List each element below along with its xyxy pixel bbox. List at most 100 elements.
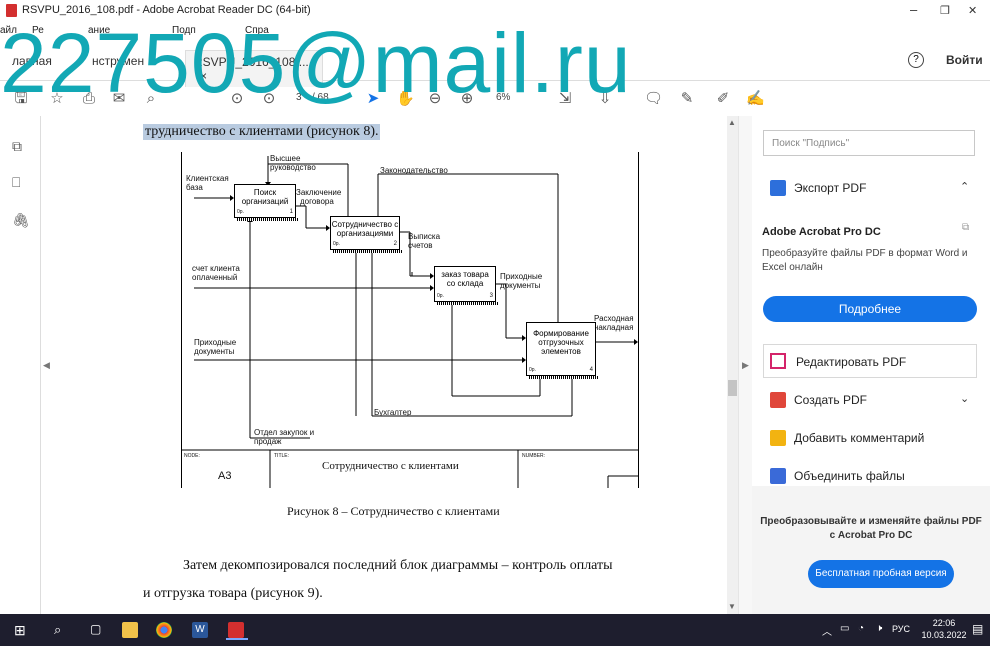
sign-icon[interactable]: ✍ [746, 90, 765, 108]
label-top-mgmt-1: Высшее [270, 154, 301, 163]
doc-paragraph-line-2: и отгрузка товара (рисунок 9). [143, 586, 323, 601]
combine-files-label: Объединить файлы [794, 469, 905, 483]
expand-right-arrow-icon[interactable]: ▶ [742, 360, 749, 371]
login-button[interactable]: Войти [946, 53, 983, 67]
label-legislation: Законодательство [380, 166, 448, 175]
file-explorer-icon[interactable] [122, 622, 138, 638]
label-incoming-docs-1: Приходные [194, 338, 237, 347]
label-invoice-1: Выписка [408, 232, 441, 241]
label-client-invoice-2: оплаченный [192, 273, 238, 282]
comment-tool-icon [770, 430, 786, 446]
battery-icon[interactable]: ▭ [840, 623, 849, 634]
block-4-line-2: отгрузочных [538, 338, 584, 347]
chevron-down-icon[interactable]: ⌄ [960, 392, 969, 405]
volume-icon[interactable]: 🕨 [876, 623, 882, 634]
maximize-button[interactable]: ❐ [940, 4, 950, 17]
promo-text-1: Преобразуйте файлы PDF в формат Word и [762, 248, 968, 259]
block-2-tag: 0р. [333, 241, 340, 247]
block-4-tag: 0р. [529, 367, 536, 373]
free-trial-button[interactable]: Бесплатная пробная версия [808, 560, 954, 588]
label-client-invoice-1: счет клиента [192, 264, 240, 273]
block-2-line-1: Сотрудничество с [331, 220, 399, 229]
comment-icon[interactable]: 🗨 [644, 90, 663, 108]
frame-title-label: TITLE: [274, 453, 290, 459]
block-search-organizations: Поиск организаций 0р. 1 [234, 184, 299, 221]
copy-icon[interactable]: ⧉ [962, 222, 969, 233]
label-top-mgmt-2: руководство [270, 163, 316, 172]
block-3-tag: 0р. [437, 293, 444, 299]
tray-chevron-icon[interactable]: ︿ [822, 623, 832, 638]
collapse-left-arrow-icon[interactable]: ◀ [43, 360, 50, 371]
right-panel-toggle[interactable]: ▶ [738, 116, 753, 614]
label-invoice-2: счетов [408, 241, 433, 250]
edit-pdf-icon [770, 353, 786, 369]
block-4-line-3: элементов [541, 347, 581, 356]
doc-top-line: трудничество с клиентами (рисунок 8). [143, 124, 381, 140]
block-4-line-1: Формирование [533, 329, 589, 338]
acrobat-taskbar-icon[interactable] [228, 622, 244, 638]
search-icon[interactable]: ⌕ [54, 622, 70, 638]
label-incoming-1: Приходные [500, 272, 543, 281]
doc-paragraph-line-1: Затем декомпозировался последний блок ди… [183, 558, 613, 573]
label-contract-2: договора [300, 197, 334, 206]
block-1-number: 1 [289, 209, 293, 215]
help-icon[interactable]: ? [908, 52, 924, 68]
figure-caption: Рисунок 8 – Сотрудничество с клиентами [287, 504, 500, 518]
task-view-icon[interactable]: ▢ [90, 622, 106, 638]
minimize-button[interactable]: – [910, 2, 917, 17]
chevron-up-icon[interactable]: ⌃ [960, 180, 969, 193]
create-pdf-icon [770, 392, 786, 408]
clock-date[interactable]: 10.03.2022 [916, 630, 972, 640]
block-cooperation: Сотрудничество с организациями 0р. 2 [330, 216, 403, 253]
promo-text-2: Excel онлайн [762, 262, 823, 273]
network-icon[interactable]: ◔ [858, 623, 864, 634]
pro-upsell-panel: Преобразовывайте и изменяйте файлы PDF с… [752, 486, 990, 614]
block-1-tag: 0р. [237, 209, 244, 215]
block-shipping-elements: Формирование отгрузочных элементов 0р. 4 [526, 322, 599, 379]
word-icon[interactable]: W [192, 622, 208, 638]
highlight-pen-icon[interactable]: ✎ [678, 90, 696, 108]
attachments-icon[interactable]: 🖇 [12, 212, 30, 228]
create-pdf-label: Создать PDF [794, 393, 867, 407]
label-accountant: Бухгалтер [374, 408, 412, 417]
scroll-down-arrow-icon[interactable]: ▼ [728, 602, 736, 611]
scroll-thumb[interactable] [728, 380, 737, 396]
scroll-up-arrow-icon[interactable]: ▲ [728, 118, 736, 127]
language-indicator[interactable]: РУС [892, 624, 910, 634]
add-comment-label: Добавить комментарий [794, 431, 925, 445]
block-1-line-2: организаций [241, 197, 289, 206]
chrome-icon[interactable] [156, 622, 172, 638]
block-3-line-1: заказ товара [441, 270, 489, 279]
active-app-indicator [226, 638, 248, 640]
close-button[interactable]: ✕ [968, 4, 977, 17]
notifications-icon[interactable]: ▤ [972, 622, 983, 636]
label-incoming-docs-2: документы [194, 347, 235, 356]
idef0-diagram: Клиентская база Высшее руководство Закон… [181, 152, 639, 488]
pdf-page: трудничество с клиентами (рисунок 8). Кл… [51, 116, 727, 614]
block-3-number: 3 [489, 293, 493, 299]
label-client-base-1: Клиентская [186, 174, 229, 183]
export-pdf-icon [770, 180, 786, 196]
bookmarks-icon[interactable]: ⎕ [12, 174, 28, 190]
document-scrollbar[interactable]: ▲ ▼ [727, 116, 738, 614]
block-2-number: 2 [393, 241, 397, 247]
frame-node-label: NODE: [184, 453, 200, 459]
more-info-button[interactable]: Подробнее [763, 296, 977, 322]
document-view[interactable]: ◀ трудничество с клиентами (рисунок 8). [41, 116, 727, 614]
block-warehouse-order: заказ товара со склада 0р. 3 [434, 266, 499, 305]
promo-title: Adobe Acrobat Pro DC [762, 226, 881, 238]
start-windows-icon[interactable]: ⊞ [14, 622, 30, 638]
frame-title-value: Сотрудничество с клиентами [322, 460, 459, 472]
block-3-line-2: со склада [446, 279, 484, 288]
label-client-base-2: база [186, 183, 203, 192]
label-incoming-2: документы [500, 281, 541, 290]
sign-search-input[interactable]: Поиск "Подпись" [763, 130, 975, 156]
label-purchasing-1: Отдел закупок и [254, 428, 315, 437]
page-thumbnails-icon[interactable]: ⧉ [12, 138, 28, 154]
clock-time[interactable]: 22:06 [924, 618, 964, 628]
edit-pdf-item[interactable]: Редактировать PDF [763, 344, 977, 378]
label-purchasing-2: продаж [254, 437, 282, 446]
combine-files-icon [770, 468, 786, 484]
frame-node-value: A3 [218, 470, 232, 482]
draw-icon[interactable]: ✐ [714, 90, 732, 108]
